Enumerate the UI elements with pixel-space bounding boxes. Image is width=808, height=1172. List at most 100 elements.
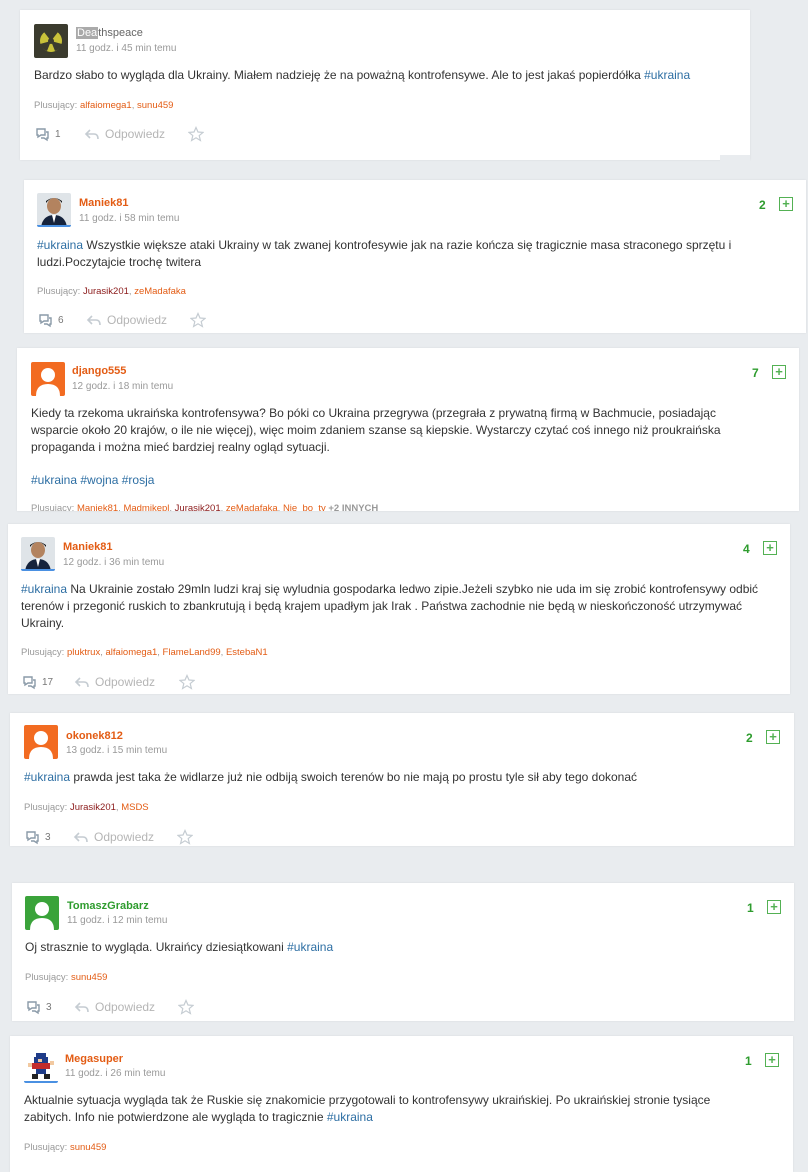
comment-text: Kiedy ta rzekoma ukraińska kontrofensywa… [31,406,721,454]
favorite-button[interactable] [179,674,195,690]
plusers-list: Plusujący: sunu459 [25,972,108,983]
action-bar: 3 Odpowiedz [25,999,425,1015]
reply-arrow-icon [74,1002,89,1013]
tag-link[interactable]: #rosja [122,473,155,487]
avatar[interactable] [21,537,55,571]
reply-button[interactable]: Odpowiedz [74,999,155,1015]
author-name[interactable]: Maniek81 [79,197,129,209]
reply-arrow-icon [74,677,89,688]
timestamp: 11 godz. i 45 min temu [76,43,177,54]
pluser-link[interactable]: FlameLand99 [163,647,221,658]
tags-line: #ukraina #wojna #rosja [31,472,431,489]
plus-vote-button[interactable]: + [765,1053,779,1067]
pluser-link[interactable]: alfaiomega1 [106,647,158,658]
tag-link[interactable]: #ukraina [327,1110,373,1124]
reply-arrow-icon [84,129,99,140]
replies-button[interactable]: 17 [21,674,53,690]
more-plusers-link[interactable]: +2 INNYCH [328,503,378,511]
pluser-link[interactable]: pluktrux [67,647,100,658]
pixel-character-avatar-icon [24,1049,58,1083]
comment-text: Oj strasznie to wygląda. Ukraińcy dziesi… [25,940,334,954]
pluser-link[interactable]: zeMadafaka [226,503,278,511]
avatar[interactable] [34,24,68,58]
pluser-link[interactable]: Nie_bo_ty [283,503,326,511]
tag-link[interactable]: #wojna [80,473,118,487]
comment-card: okonek812 13 godz. i 15 min temu 2 + #uk… [10,713,794,846]
pluser-link[interactable]: sunu459 [70,1142,106,1153]
avatar[interactable] [31,362,65,396]
plus-vote-button[interactable]: + [772,365,786,379]
plusers-list: Plusujący: Jurasik201, zeMadafaka [37,286,186,297]
plus-vote-button[interactable]: + [763,541,777,555]
favorite-button[interactable] [190,312,206,328]
tag-link[interactable]: #ukraina [37,238,83,252]
user-photo-avatar-icon [21,537,55,571]
pluser-link[interactable]: Jurasik201 [175,503,221,511]
action-bar: 3 Odpowiedz [24,829,424,845]
author-name[interactable]: TomaszGrabarz [67,900,149,912]
author-name[interactable]: Megasuper [65,1053,123,1065]
reply-button[interactable]: Odpowiedz [84,126,165,142]
star-icon [178,999,194,1015]
replies-button[interactable]: 3 [25,999,52,1015]
radiation-avatar-icon [34,24,68,58]
pluser-link[interactable]: Jurasik201 [83,286,129,297]
replies-button[interactable]: 1 [34,126,61,142]
favorite-button[interactable] [177,829,193,845]
action-bar: 17 Odpowiedz [21,674,421,690]
pluser-link[interactable]: sunu459 [71,972,107,983]
comment-card: TomaszGrabarz 11 godz. i 12 min temu 1 +… [12,883,794,1021]
pluser-link[interactable]: alfaiomega1 [80,100,132,111]
avatar[interactable] [24,725,58,759]
comment-text: Aktualnie sytuacja wygląda tak że Ruskie… [24,1093,711,1124]
pluser-link[interactable]: Jurasik201 [70,802,116,813]
plus-vote-button[interactable]: + [766,730,780,744]
star-icon [179,674,195,690]
avatar[interactable] [24,1049,58,1083]
pluser-link[interactable]: sunu459 [137,100,173,111]
timestamp: 11 godz. i 12 min temu [67,915,168,926]
tag-link[interactable]: #ukraina [644,68,690,82]
avatar[interactable] [37,193,71,227]
author-name[interactable]: Deathspeace [76,27,143,39]
replies-button[interactable]: 6 [37,312,64,328]
author-name[interactable]: okonek812 [66,730,123,742]
tag-link[interactable]: #ukraina [21,582,67,596]
reply-button[interactable]: Odpowiedz [74,674,155,690]
favorite-button[interactable] [178,999,194,1015]
plusers-list: Plusujący: Jurasik201, MSDS [24,802,149,813]
divider [720,155,750,167]
tag-link[interactable]: #ukraina [31,473,77,487]
tag-link[interactable]: #ukraina [287,940,333,954]
pluser-link[interactable]: Maniek81 [77,503,118,511]
comment-card: Megasuper 11 godz. i 26 min temu 1 + Akt… [10,1036,793,1172]
vote-score: 2 [759,198,766,212]
pluser-link[interactable]: zeMadafaka [134,286,186,297]
pluser-link[interactable]: EstebaN1 [226,647,268,658]
pluser-link[interactable]: MSDS [121,802,148,813]
comments-icon [27,1001,40,1015]
author-name[interactable]: django555 [72,365,126,377]
reply-button[interactable]: Odpowiedz [73,829,154,845]
reply-arrow-icon [73,832,88,843]
replies-button[interactable]: 3 [24,829,51,845]
plus-vote-button[interactable]: + [767,900,781,914]
comments-icon [26,831,39,845]
star-icon [188,126,204,142]
vote-score: 2 [746,731,753,745]
pluser-link[interactable]: Madmikepl [123,503,169,511]
comment-text: #ukraina prawda jest taka że widlarze ju… [24,770,638,784]
avatar[interactable] [25,896,59,930]
plus-vote-button[interactable]: + [779,197,793,211]
comment-card: django555 12 godz. i 18 min temu 7 + Kie… [17,348,799,511]
favorite-button[interactable] [188,126,204,142]
comments-icon [23,676,36,690]
author-name[interactable]: Maniek81 [63,541,113,553]
comment-text: #ukraina Na Ukrainie zostało 29mln ludzi… [21,582,759,630]
reply-button[interactable]: Odpowiedz [86,312,167,328]
plusers-list: Plusujący: alfaiomega1, sunu459 [34,100,174,111]
vote-score: 4 [743,542,750,556]
default-user-avatar-icon [24,725,58,759]
plusers-list: Plusujący: sunu459 [24,1142,107,1153]
tag-link[interactable]: #ukraina [24,770,70,784]
